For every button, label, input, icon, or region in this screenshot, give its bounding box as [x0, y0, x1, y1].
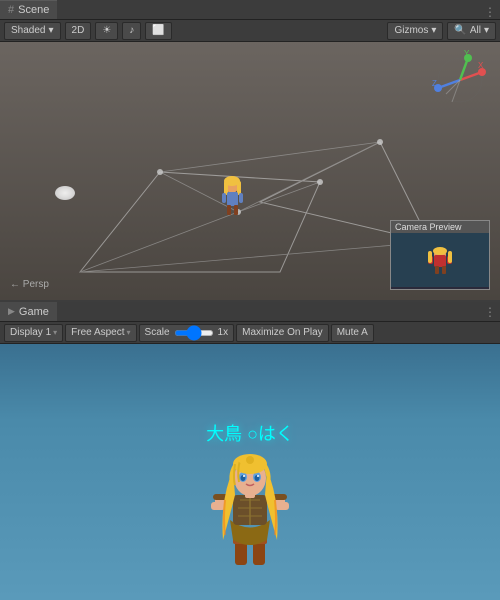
camera-preview-title: Camera Preview [391, 221, 489, 233]
scene-character [215, 175, 250, 220]
all-label: All [470, 25, 481, 36]
game-triangle-icon: ▶ [8, 306, 15, 317]
scene-tab[interactable]: # Scene [0, 0, 57, 19]
scene-panel: # Scene ⋮ Shaded ▾ 2D ☀ ♪ ⬜ Gizmos ▾ 🔍 [0, 0, 500, 302]
display-label: Display 1 [10, 327, 51, 338]
2d-label: 2D [72, 25, 85, 36]
display-arrow-icon: ▾ [53, 328, 57, 337]
mute-audio-button[interactable]: Mute A [331, 324, 374, 342]
2d-toggle[interactable]: 2D [65, 22, 92, 40]
gizmos-arrow-icon: ▾ [431, 25, 436, 36]
game-tab-label: Game [19, 306, 49, 318]
gizmos-label: Gizmos [394, 25, 428, 36]
game-viewport[interactable]: 大鳥 ○はく [0, 344, 500, 600]
scene-hash-icon: # [8, 4, 14, 16]
svg-text:Z: Z [432, 79, 437, 88]
persp-label: ← Persp [10, 279, 49, 290]
sun-icon-btn[interactable]: ☀ [95, 22, 118, 40]
fx-icon-btn[interactable]: ⬜ [145, 22, 171, 40]
character-name: 大鳥 ○はく [206, 420, 294, 446]
all-layers-dropdown[interactable]: 🔍 All ▾ [447, 22, 496, 40]
aspect-dropdown[interactable]: Free Aspect ▾ [65, 324, 136, 342]
mute-label: Mute A [337, 327, 368, 338]
display-dropdown[interactable]: Display 1 ▾ [4, 324, 63, 342]
audio-icon-btn[interactable]: ♪ [122, 22, 141, 40]
game-character-sprite [205, 450, 295, 570]
maximize-label: Maximize On Play [242, 327, 323, 338]
camera-preview: Camera Preview [390, 220, 490, 290]
all-arrow-icon: ▾ [484, 25, 489, 36]
scene-tab-bar: # Scene ⋮ [0, 0, 500, 20]
game-character-area: 大鳥 ○はく [205, 420, 295, 570]
shaded-dropdown[interactable]: Shaded ▾ [4, 22, 61, 40]
scene-toolbar: Shaded ▾ 2D ☀ ♪ ⬜ Gizmos ▾ 🔍 All ▾ [0, 20, 500, 42]
game-tab[interactable]: ▶ Game [0, 302, 57, 321]
game-tab-bar: ▶ Game ⋮ [0, 302, 500, 322]
maximize-on-play-button[interactable]: Maximize On Play [236, 324, 329, 342]
game-toolbar: Display 1 ▾ Free Aspect ▾ Scale 1x Maxim… [0, 322, 500, 344]
scene-viewport[interactable]: X Y Z Camera Preview [0, 42, 500, 300]
shaded-label: Shaded [11, 25, 45, 36]
svg-text:X: X [478, 61, 484, 70]
shaded-arrow-icon: ▾ [48, 25, 53, 36]
aspect-label: Free Aspect [71, 327, 124, 338]
scene-light [55, 186, 75, 200]
aspect-arrow-icon: ▾ [127, 328, 131, 337]
gizmos-dropdown[interactable]: Gizmos ▾ [387, 22, 443, 40]
game-panel: ▶ Game ⋮ Display 1 ▾ Free Aspect ▾ Scale… [0, 302, 500, 600]
gizmo-widget: X Y Z [430, 50, 490, 110]
camera-preview-content [391, 233, 489, 285]
scale-value: 1x [218, 327, 229, 338]
scale-label: Scale [145, 327, 170, 338]
svg-text:Y: Y [464, 50, 470, 58]
scene-menu-icon[interactable]: ⋮ [484, 5, 496, 19]
scale-slider[interactable] [174, 330, 214, 336]
scale-control[interactable]: Scale 1x [139, 324, 235, 342]
search-icon: 🔍 [454, 25, 466, 36]
fx-icon: ⬜ [152, 25, 164, 36]
audio-icon: ♪ [129, 25, 134, 36]
game-menu-icon[interactable]: ⋮ [484, 305, 500, 319]
sun-icon: ☀ [102, 25, 111, 36]
scene-tab-label: Scene [18, 4, 49, 16]
